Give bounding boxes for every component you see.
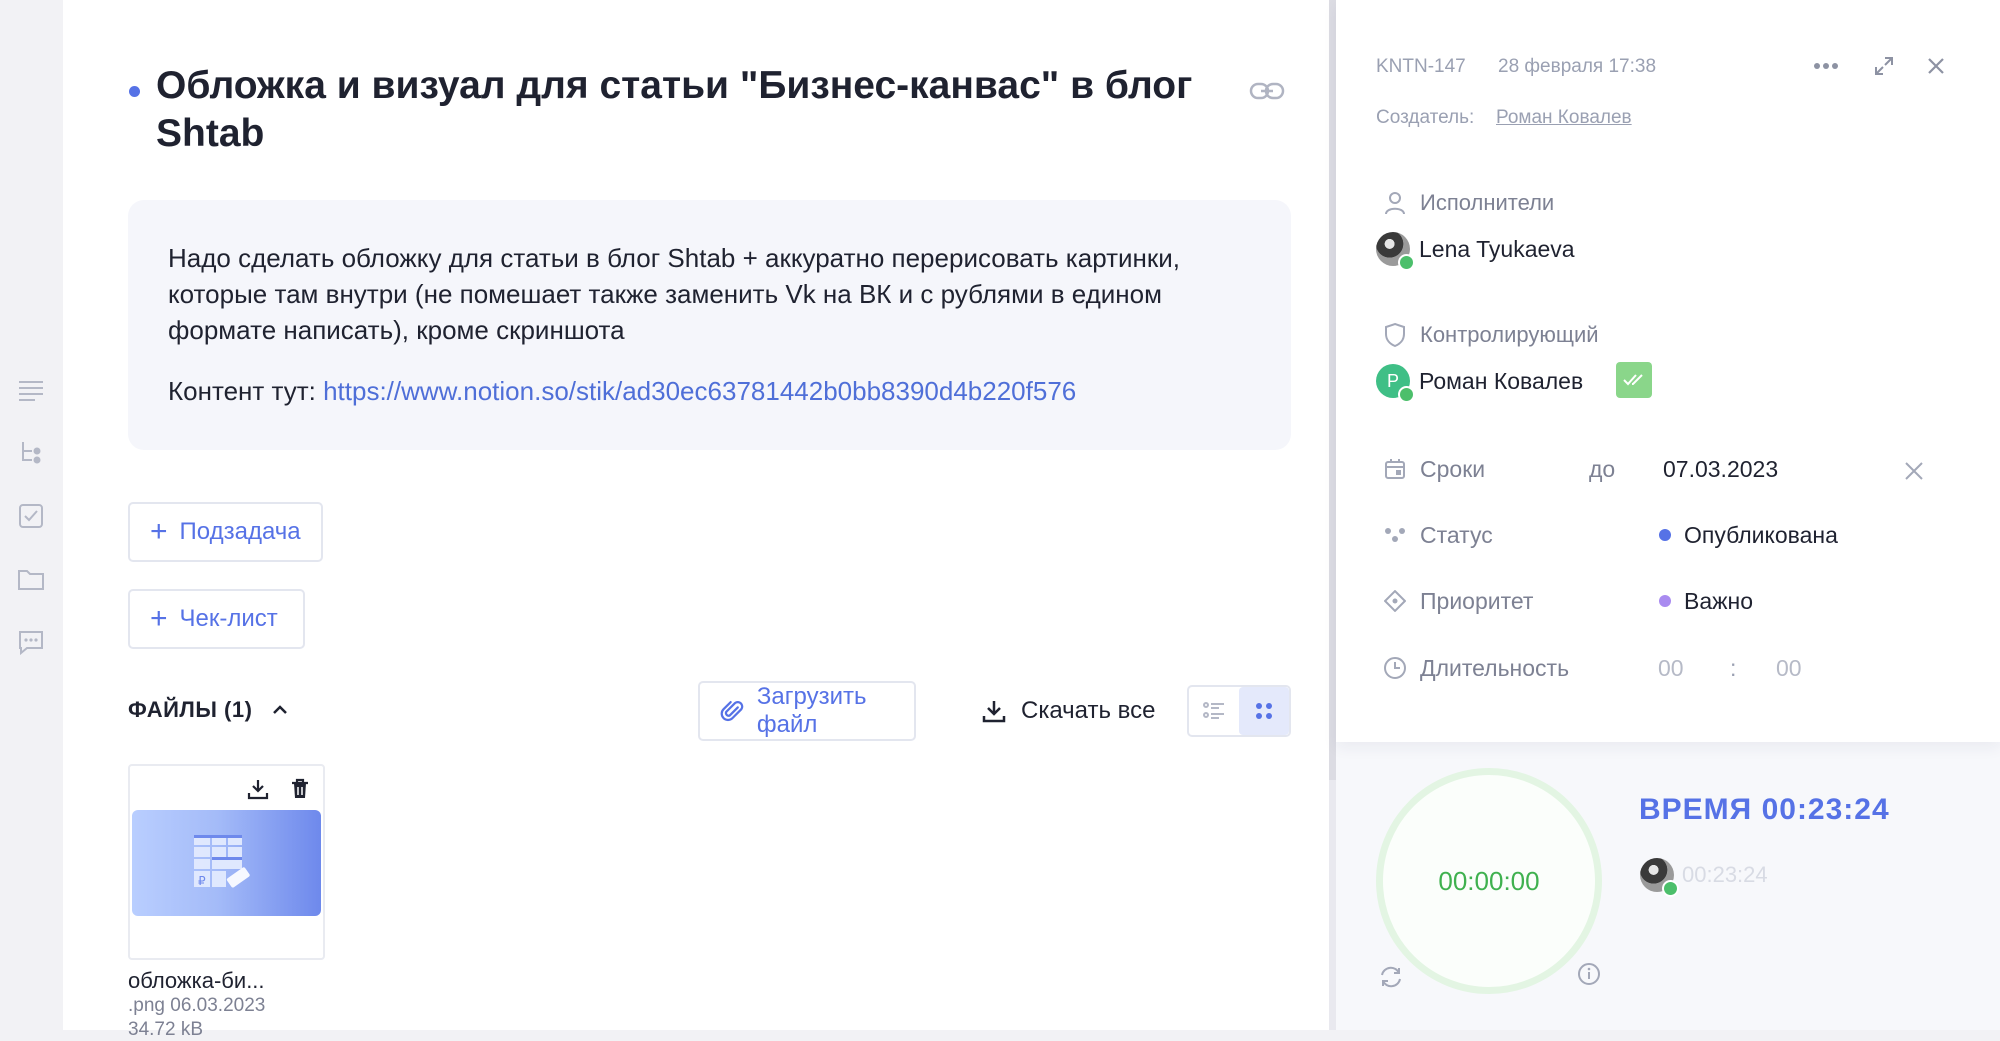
trash-icon[interactable] bbox=[287, 776, 313, 802]
download-all-label: Скачать все bbox=[1021, 697, 1156, 724]
assignee-name[interactable]: Lena Tyukaeva bbox=[1419, 236, 1575, 263]
description-text: Надо сделать обложку для статьи в блог S… bbox=[168, 243, 1181, 345]
left-rail bbox=[0, 0, 63, 1030]
duration-hours-input[interactable]: 00 bbox=[1658, 655, 1684, 682]
plus-icon: + bbox=[150, 602, 168, 635]
priority-text: Важно bbox=[1684, 588, 1754, 614]
task-properties-card: KNTN-147 28 февраля 17:38 Создатель: Ром… bbox=[1336, 0, 2000, 742]
file-size: 34.72 kB bbox=[128, 1019, 203, 1040]
user-time: 00:23:24 bbox=[1682, 862, 1768, 887]
upload-file-label: Загрузить файл bbox=[756, 683, 867, 738]
timer-button[interactable]: 00:00:00 bbox=[1376, 768, 1602, 994]
duration-minutes-input[interactable]: 00 bbox=[1776, 655, 1802, 682]
duration-separator: : bbox=[1730, 655, 1737, 681]
more-icon[interactable] bbox=[1812, 52, 1840, 80]
file-thumbnail: ₽ bbox=[132, 810, 321, 916]
priority-icon bbox=[1382, 588, 1408, 614]
controller-initial: Р bbox=[1386, 370, 1399, 391]
canvas-illustration-icon: ₽ bbox=[194, 835, 250, 888]
timer-display: 00:00:00 bbox=[1438, 865, 1540, 896]
add-checklist-label: Чек-лист bbox=[179, 605, 278, 632]
shield-icon bbox=[1382, 322, 1408, 348]
file-meta: .png 06.03.2023 bbox=[128, 995, 266, 1016]
description-icon[interactable] bbox=[16, 375, 46, 405]
paperclip-icon bbox=[720, 700, 744, 721]
scrollbar-thumb[interactable] bbox=[1329, 0, 1336, 780]
controller-name[interactable]: Роман Ковалев bbox=[1419, 368, 1583, 395]
reset-timer-icon[interactable] bbox=[1376, 962, 1406, 992]
file-download-icon[interactable] bbox=[245, 776, 271, 802]
info-icon[interactable] bbox=[1576, 961, 1602, 987]
plus-icon: + bbox=[150, 515, 168, 548]
user-icon bbox=[1382, 190, 1408, 216]
creator-link[interactable]: Роман Ковалев bbox=[1496, 107, 1632, 129]
content-label: Контент тут: bbox=[168, 376, 324, 406]
files-header[interactable]: ФАЙЛЫ (1) bbox=[128, 697, 290, 723]
status-value[interactable]: Опубликована bbox=[1659, 522, 1838, 549]
priority-value[interactable]: Важно bbox=[1659, 588, 1753, 615]
svg-text:₽: ₽ bbox=[198, 874, 206, 888]
list-view-icon bbox=[1203, 702, 1224, 719]
created-date: 28 февраля 17:38 bbox=[1498, 56, 1657, 77]
content-link[interactable]: https://www.notion.so/stik/ad30ec6378144… bbox=[323, 376, 1076, 406]
total-time: ВРЕМЯ 00:23:24 bbox=[1639, 793, 1890, 826]
view-toggle bbox=[1187, 685, 1291, 737]
online-check-icon bbox=[1398, 386, 1415, 403]
file-card[interactable]: ₽ bbox=[128, 764, 325, 960]
grid-view-button[interactable] bbox=[1239, 687, 1289, 735]
deadline-value[interactable]: 07.03.2023 bbox=[1663, 456, 1778, 483]
copy-link-icon[interactable] bbox=[1249, 76, 1285, 106]
task-id: KNTN-147 bbox=[1376, 56, 1466, 77]
add-subtask-label: Подзадача bbox=[179, 518, 301, 545]
controller-label: Контролирующий bbox=[1420, 322, 1599, 347]
status-text: Опубликована bbox=[1684, 522, 1838, 548]
panel-divider[interactable] bbox=[1329, 0, 1336, 1030]
online-check-icon bbox=[1662, 880, 1679, 897]
folder-icon[interactable] bbox=[16, 564, 46, 594]
checklist-icon[interactable] bbox=[16, 501, 46, 531]
task-title[interactable]: Обложка и визуал для статьи "Бизнес-канв… bbox=[156, 62, 1246, 158]
files-title: ФАЙЛЫ (1) bbox=[128, 697, 253, 722]
clear-deadline-icon[interactable] bbox=[1901, 458, 1927, 484]
file-name[interactable]: обложка-би... bbox=[128, 968, 265, 994]
duration-label: Длительность bbox=[1420, 655, 1570, 681]
assignee-avatar[interactable] bbox=[1376, 232, 1415, 271]
content-line: Контент тут: https://www.notion.so/stik/… bbox=[168, 373, 1251, 409]
download-all-button[interactable]: Скачать все bbox=[981, 681, 1156, 741]
task-status-dot bbox=[129, 86, 140, 97]
download-icon bbox=[982, 701, 1006, 723]
status-icon bbox=[1382, 522, 1408, 548]
priority-color-dot bbox=[1659, 595, 1671, 607]
time-user-avatar bbox=[1640, 858, 1679, 897]
list-view-button[interactable] bbox=[1189, 687, 1239, 735]
deadline-label: Сроки bbox=[1420, 456, 1486, 482]
task-description[interactable]: Надо сделать обложку для статьи в блог S… bbox=[128, 200, 1291, 450]
task-details-panel: KNTN-147 28 февраля 17:38 Создатель: Ром… bbox=[1336, 0, 2000, 1030]
assignees-label: Исполнители bbox=[1420, 190, 1555, 215]
task-main-area: Обложка и визуал для статьи "Бизнес-канв… bbox=[63, 0, 1329, 1040]
upload-file-button[interactable]: Загрузить файл bbox=[698, 681, 916, 741]
add-subtask-button[interactable]: + Подзадача bbox=[128, 502, 323, 562]
calendar-icon bbox=[1382, 456, 1408, 482]
double-check-icon[interactable] bbox=[1616, 362, 1652, 398]
clock-icon bbox=[1382, 655, 1408, 681]
creator-label: Создатель: bbox=[1376, 107, 1475, 128]
deadline-prefix: до bbox=[1589, 456, 1616, 482]
comments-icon[interactable] bbox=[16, 627, 46, 657]
status-color-dot bbox=[1659, 529, 1671, 541]
grid-view-icon bbox=[1256, 703, 1272, 719]
expand-icon[interactable] bbox=[1870, 52, 1898, 80]
controller-avatar[interactable]: Р bbox=[1376, 364, 1415, 403]
online-check-icon bbox=[1398, 254, 1415, 271]
status-label: Статус bbox=[1420, 522, 1493, 548]
chevron-up-icon bbox=[273, 705, 288, 714]
priority-label: Приоритет bbox=[1420, 588, 1534, 614]
subtasks-icon[interactable] bbox=[16, 438, 46, 468]
add-checklist-button[interactable]: + Чек-лист bbox=[128, 589, 305, 649]
close-icon[interactable] bbox=[1922, 52, 1950, 80]
